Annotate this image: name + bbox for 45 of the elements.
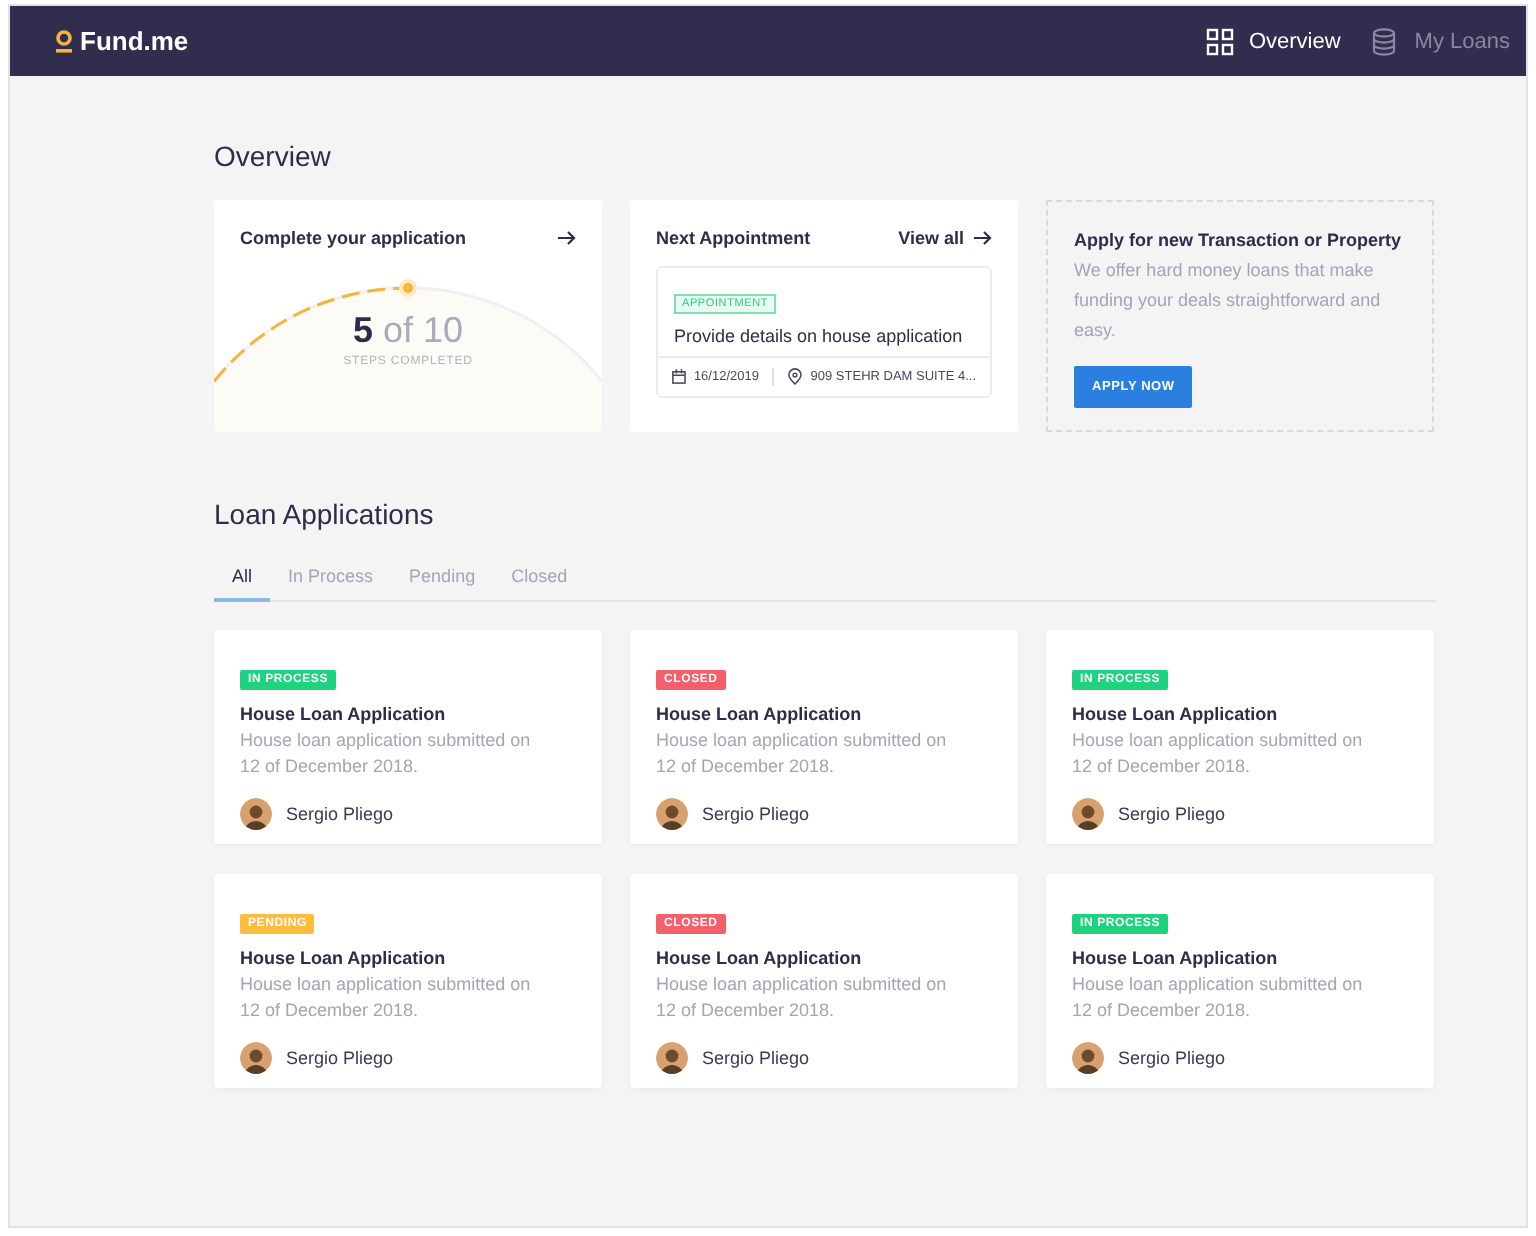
steps-count: 5 of 10 (350, 310, 466, 352)
filter-tab[interactable]: All (214, 560, 271, 602)
apply-description: We offer hard money loans that make funding your deals straightforward and easy. (1074, 258, 1383, 344)
avatar-icon (656, 1042, 688, 1074)
avatar-icon (240, 798, 272, 830)
section-title: Loan Applications (214, 498, 436, 530)
calendar-icon (672, 368, 686, 386)
loan-description: House loan application submitted on 12 of December 2018. (1072, 972, 1365, 1024)
person-name: Sergio Pliego (702, 1048, 810, 1068)
card-title: Apply for new Transaction or Property (1074, 230, 1404, 250)
nav-link[interactable]: My Loans (1372, 27, 1510, 55)
loan-description: House loan application submitted on 12 of December 2018. (656, 972, 949, 1024)
person-name: Sergio Pliego (1118, 804, 1226, 824)
loan-description: House loan application submitted on 12 of December 2018. (240, 972, 533, 1024)
card-title: Complete your application (240, 228, 467, 248)
loan-title: House Loan Application (240, 704, 448, 724)
person-name: Sergio Pliego (286, 804, 394, 824)
avatar-icon (1072, 798, 1104, 830)
arrow-icon[interactable] (558, 230, 576, 246)
card-title: Next Appointment (656, 228, 811, 248)
loan-title: House Loan Application (1072, 704, 1280, 724)
logo-icon (54, 29, 74, 53)
loan-description: House loan application submitted on 12 of December 2018. (1072, 728, 1365, 780)
avatar-icon (656, 798, 688, 830)
location-icon (788, 368, 803, 386)
view-all-link[interactable]: View all (898, 228, 992, 248)
loan-title: House Loan Application (656, 948, 864, 968)
avatar-icon (1072, 1042, 1104, 1074)
section-title: Overview (214, 140, 333, 172)
grid-icon (1206, 27, 1235, 55)
app-logo[interactable]: Fund.me (80, 26, 189, 56)
appointment-text: Provide details on house application (674, 326, 965, 346)
loan-description: House loan application submitted on 12 of December 2018. (656, 728, 949, 780)
person-name: Sergio Pliego (1118, 1048, 1226, 1068)
person-name: Sergio Pliego (702, 804, 810, 824)
arrow-icon (974, 230, 992, 246)
person-name: Sergio Pliego (286, 1048, 394, 1068)
avatar-icon (240, 1042, 272, 1074)
progress-marker (399, 279, 417, 297)
nav-link[interactable]: Overview (1206, 27, 1341, 55)
loan-title: House Loan Application (656, 704, 864, 724)
loan-title: House Loan Application (1072, 948, 1280, 968)
loan-title: House Loan Application (240, 948, 448, 968)
database-icon (1372, 27, 1401, 55)
loan-description: House loan application submitted on 12 of December 2018. (240, 728, 533, 780)
